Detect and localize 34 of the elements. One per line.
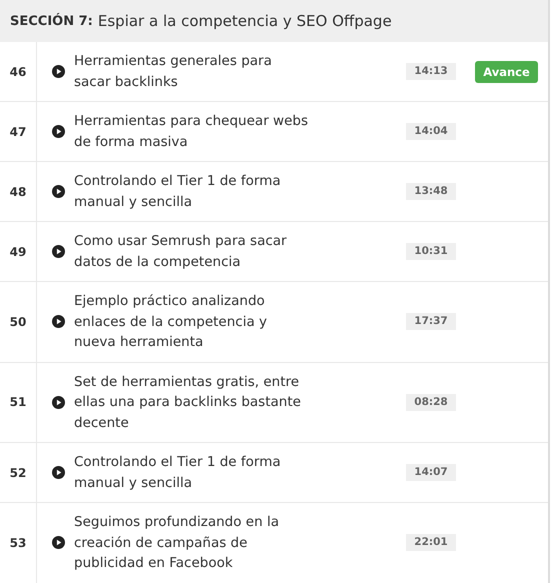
play-icon[interactable]: [52, 536, 65, 550]
lesson-title[interactable]: Ejemplo práctico analizando enlaces de la competencia y nueva herramienta: [74, 291, 309, 352]
lesson-number: 50: [10, 314, 26, 329]
section-label: SECCIÓN 7:: [10, 14, 93, 28]
play-icon[interactable]: [52, 315, 65, 328]
lesson-number: 46: [10, 64, 26, 78]
lesson-duration: 08:28: [406, 394, 456, 411]
lesson-title[interactable]: Controlando el Tier 1 de forma manual y sencilla: [74, 171, 309, 212]
lesson-title[interactable]: Seguimos profundizando en la creación de campañas de publicidad en Facebook: [74, 512, 309, 574]
lesson-title[interactable]: Set de herramientas gratis, entre ellas una para backlinks bastante decente: [74, 372, 309, 433]
lesson-duration: 17:37: [406, 313, 456, 330]
play-icon[interactable]: [52, 466, 65, 479]
lesson-title[interactable]: Como usar Semrush para sacar datos de la competencia: [74, 231, 309, 272]
lesson-duration: 10:31: [406, 243, 456, 260]
lesson-title[interactable]: Herramientas generales para sacar backlinks: [74, 51, 309, 92]
lesson-title[interactable]: Controlando el Tier 1 de forma manual y sencilla: [74, 452, 309, 493]
lesson-number: 47: [10, 124, 26, 138]
lesson-duration: 14:04: [406, 123, 456, 140]
play-icon[interactable]: [52, 396, 65, 409]
lesson-duration: 14:07: [406, 464, 456, 481]
section-title: Espiar a la competencia y SEO Offpage: [98, 12, 392, 30]
play-icon[interactable]: [52, 245, 65, 258]
lesson-title[interactable]: Herramientas para chequear webs de forma masiva: [74, 111, 309, 152]
lesson-number: 53: [10, 536, 26, 550]
lesson-duration: 22:01: [406, 534, 456, 552]
play-icon[interactable]: [52, 125, 65, 138]
lesson-number: 51: [10, 395, 26, 410]
play-icon[interactable]: [52, 65, 65, 78]
lesson-duration: 14:13: [406, 63, 456, 80]
lesson-number: 48: [10, 184, 26, 198]
lesson-number: 52: [10, 466, 26, 480]
play-icon[interactable]: [52, 185, 65, 198]
lesson-duration: 13:48: [406, 183, 456, 200]
lesson-number: 49: [10, 244, 26, 258]
